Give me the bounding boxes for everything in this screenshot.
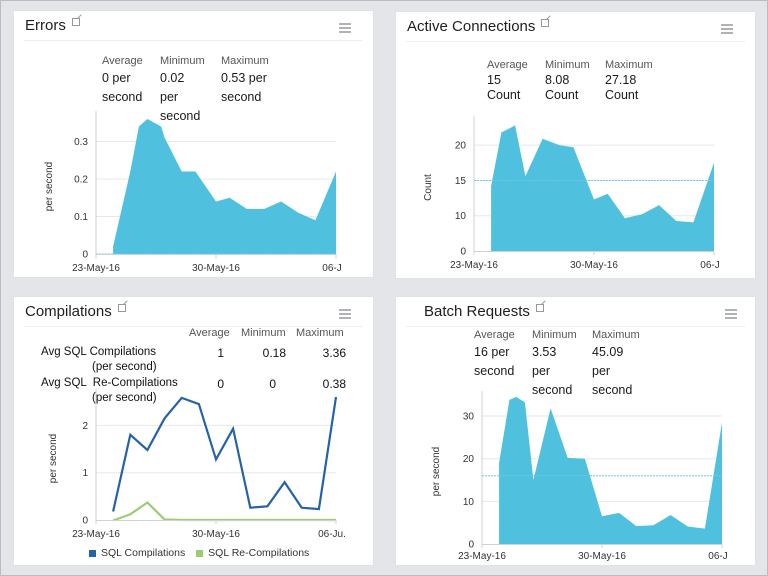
y-tick-label: 0 bbox=[468, 540, 474, 551]
x-tick-label: 06-J bbox=[708, 551, 727, 562]
x-tick-label: 23-May-16 bbox=[72, 529, 120, 540]
y-axis-title: per second bbox=[44, 162, 55, 211]
x-tick-label: 06-J bbox=[322, 263, 341, 274]
legend-swatch bbox=[89, 549, 96, 557]
legend-label: SQL Re-Compilations bbox=[208, 547, 310, 559]
x-tick-label: 23-May-16 bbox=[72, 263, 120, 274]
area-series bbox=[113, 119, 336, 254]
x-tick-label: 30-May-16 bbox=[192, 529, 240, 540]
active-connections-chart: 0 10 15 20 Count 23-May-16 30-May-16 06-J bbox=[423, 116, 720, 271]
legend-item-sql-compilations[interactable]: SQL Compilations bbox=[89, 547, 185, 559]
active-connections-panel: Active Connections Average 15 Count Minim… bbox=[395, 11, 756, 279]
y-tick-label: 10 bbox=[463, 497, 475, 508]
y-tick-label: 0.1 bbox=[74, 212, 88, 223]
y-tick-label: 10 bbox=[455, 211, 467, 222]
x-tick-label: 30-May-16 bbox=[192, 263, 240, 274]
y-tick-label: 20 bbox=[455, 141, 467, 152]
y-tick-label: 30 bbox=[463, 412, 475, 423]
y-tick-label: 20 bbox=[463, 454, 475, 465]
x-tick-label: 06-J bbox=[700, 260, 719, 271]
y-tick-label: 15 bbox=[455, 176, 467, 187]
chart-legend: SQL Compilations SQL Re-Compilations bbox=[89, 547, 317, 560]
x-tick-label: 23-May-16 bbox=[458, 551, 506, 562]
y-tick-label: 0 bbox=[82, 516, 88, 527]
legend-swatch bbox=[196, 549, 204, 557]
y-tick-label: 0.2 bbox=[74, 175, 88, 186]
series-line-sql-compilations bbox=[112, 396, 338, 512]
area-series bbox=[491, 125, 714, 251]
batch-requests-chart: 0 10 20 30 per second 23-May-16 30-May-16 06-J bbox=[431, 391, 728, 562]
batch-requests-panel: Batch Requests Average 16 per second Mini… bbox=[395, 296, 756, 566]
compilations-chart: 0 1 2 per second 23-May-16 30-May-16 06-Ju. bbox=[48, 389, 346, 540]
area-series bbox=[499, 396, 722, 544]
x-tick-label: 30-May-16 bbox=[570, 260, 618, 271]
y-tick-label: 0.3 bbox=[74, 137, 88, 148]
y-axis-title: Count bbox=[423, 174, 434, 201]
y-tick-label: 0 bbox=[460, 247, 466, 258]
y-tick-label: 2 bbox=[82, 421, 88, 432]
y-tick-label: 0 bbox=[82, 250, 88, 261]
x-tick-label: 06-Ju. bbox=[318, 529, 346, 540]
errors-chart: 0 0.1 0.2 0.3 per second 23-May-16 30-May-16 06… bbox=[44, 111, 342, 274]
x-tick-label: 23-May-16 bbox=[450, 260, 498, 271]
legend-label: SQL Compilations bbox=[101, 547, 186, 559]
y-axis-title: per second bbox=[431, 447, 442, 496]
x-tick-label: 30-May-16 bbox=[578, 551, 626, 562]
errors-panel: Errors Average 0 per second Minimum 0.02 … bbox=[13, 10, 374, 278]
y-axis-title: per second bbox=[48, 434, 59, 483]
compilations-panel: Compilations Average Minimum Maximum Avg… bbox=[13, 296, 374, 566]
series-line-sql-recompilations bbox=[112, 501, 336, 522]
legend-item-sql-recompilations[interactable]: SQL Re-Compilations bbox=[196, 547, 309, 559]
y-tick-label: 1 bbox=[82, 468, 88, 479]
